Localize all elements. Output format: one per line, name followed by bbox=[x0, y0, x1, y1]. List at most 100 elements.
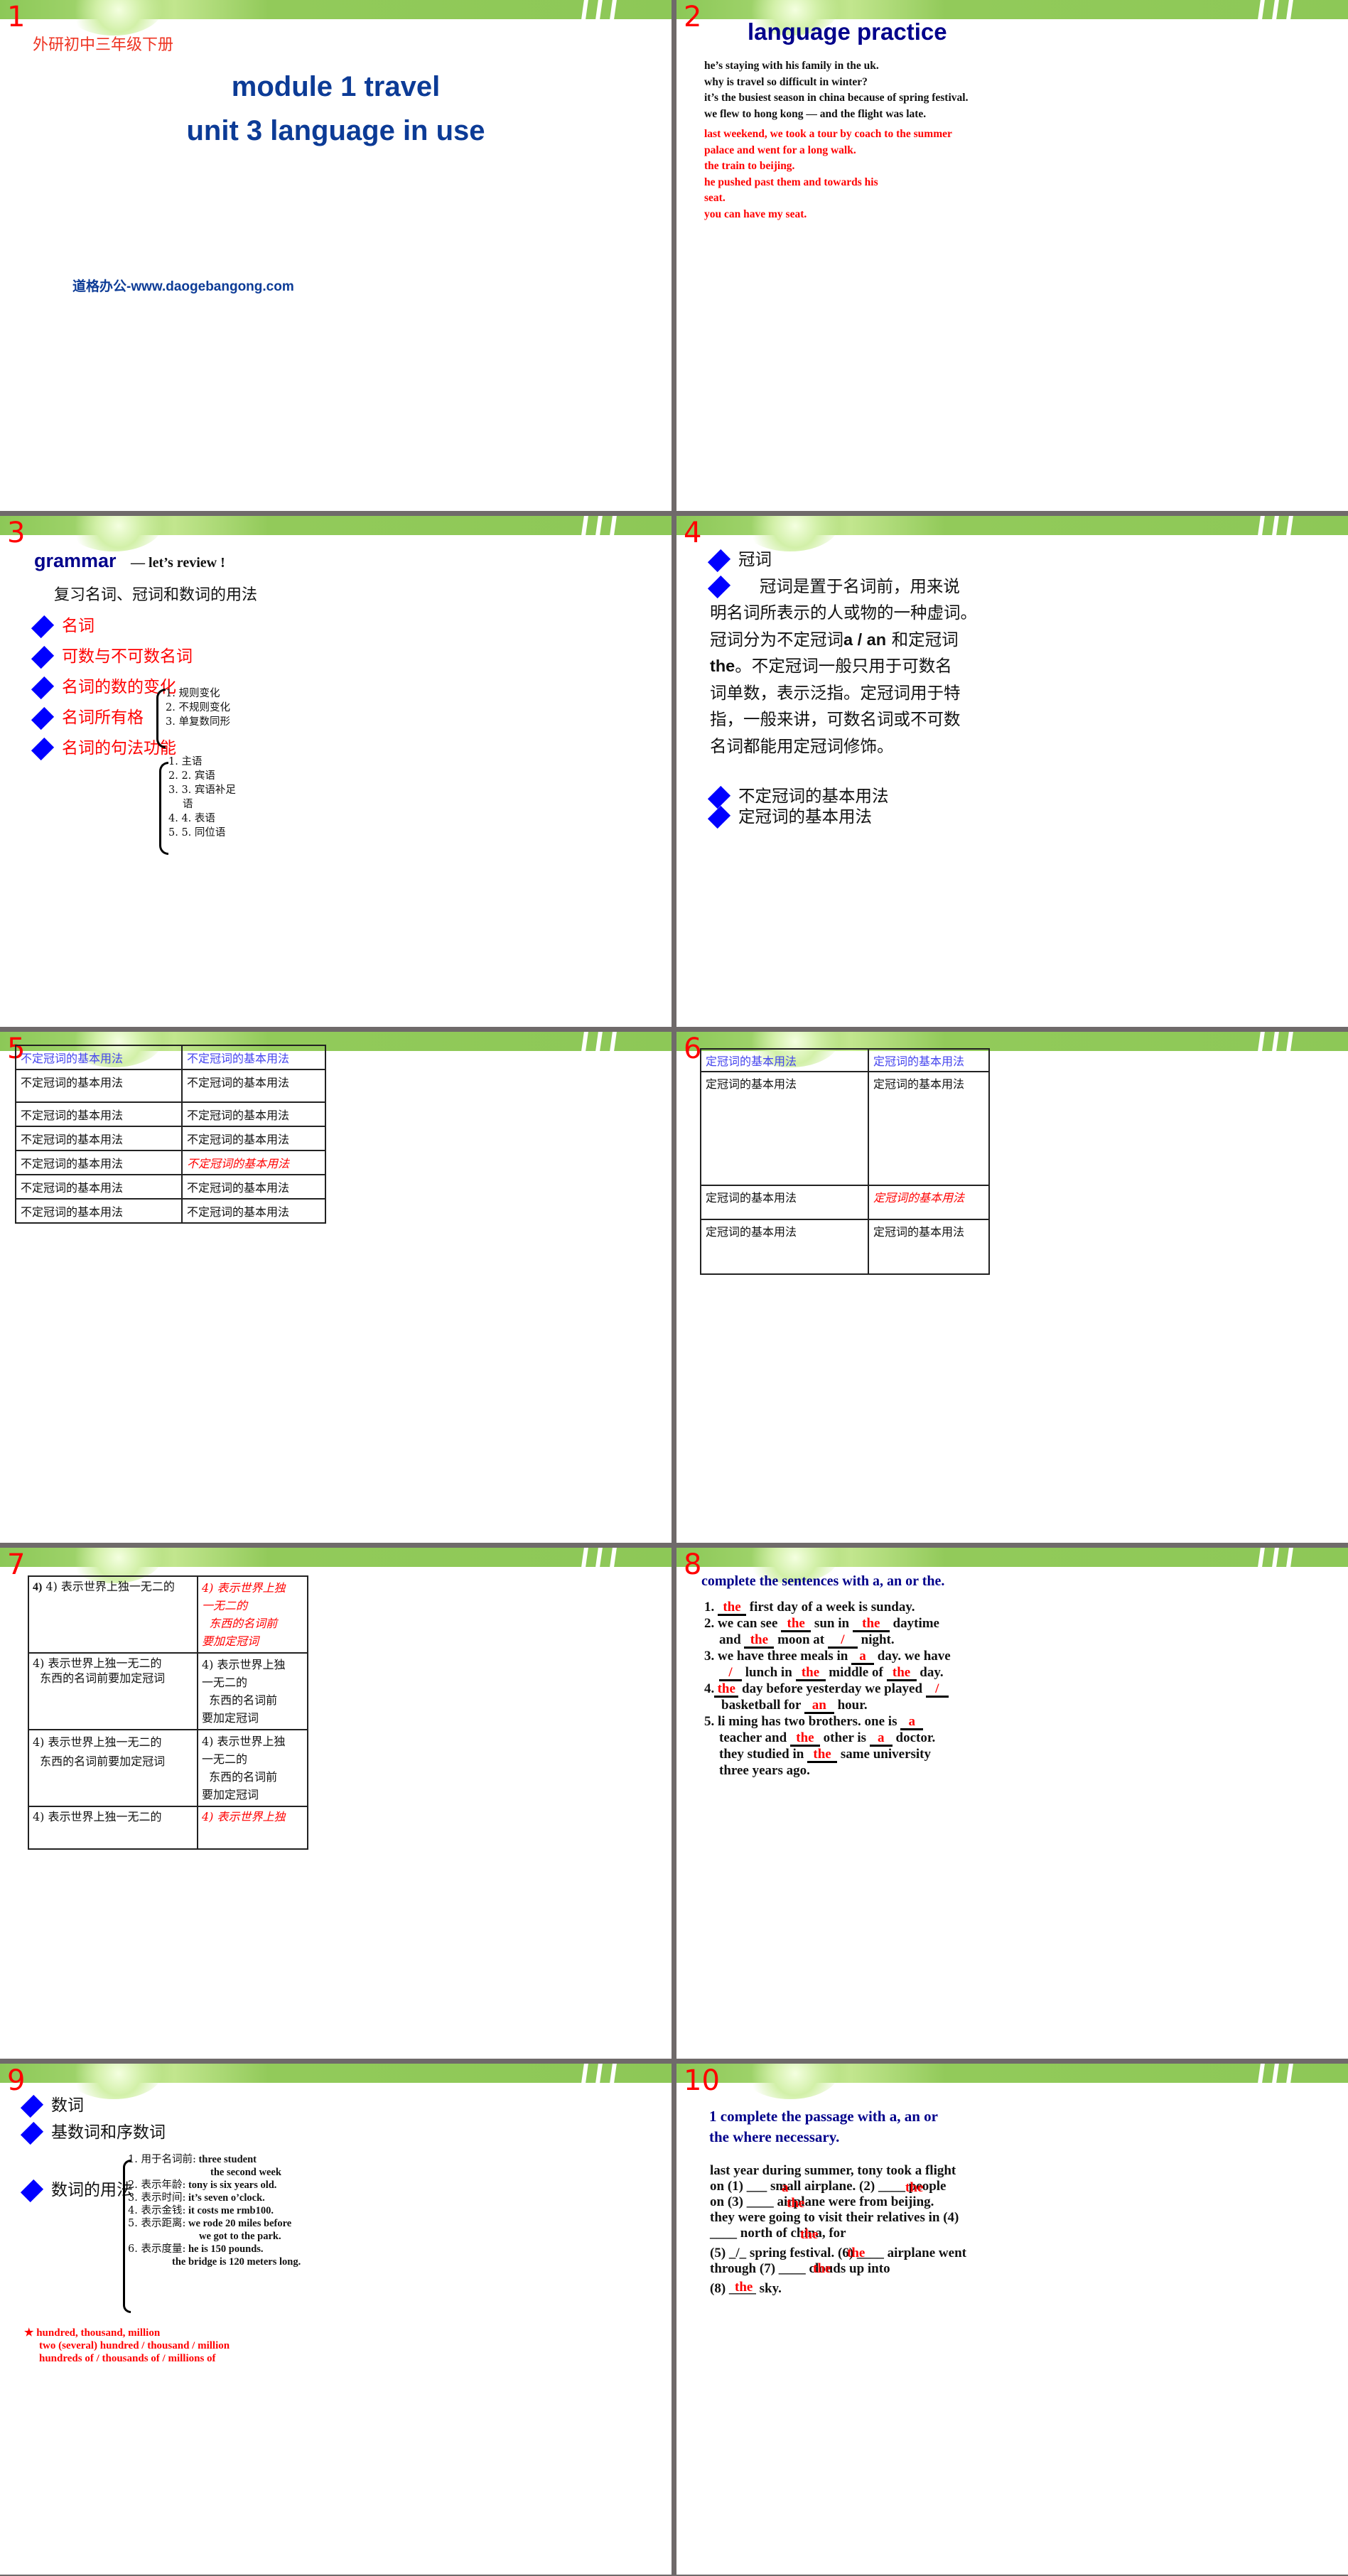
answer-3: the bbox=[787, 2196, 805, 2211]
exercise-title: 1 complete the passage with a, an or the… bbox=[709, 2108, 938, 2145]
article-explanation: 冠词 冠词是置于名词前，用来说 明名词所表示的人或物的一种虚词。 冠词分为不定冠… bbox=[707, 546, 977, 760]
answer-blank[interactable]: the bbox=[714, 1682, 739, 1698]
slide-grid: 1 外研初中三年级下册 module 1 travel unit 3 langu… bbox=[0, 0, 1348, 2576]
course-subtitle: 外研初中三年级下册 bbox=[33, 36, 174, 54]
black-sentences: he’s staying with his family in the uk. … bbox=[704, 58, 968, 122]
passage-line: on (3) ____ airplane were from beijing. bbox=[710, 2194, 934, 2209]
sentence: last weekend, we took a tour by coach to… bbox=[704, 128, 952, 140]
grammar-heading: grammar — let’s review ! bbox=[34, 550, 225, 572]
topic-item: 名词 bbox=[31, 611, 193, 642]
answer-blank[interactable]: / bbox=[827, 1633, 858, 1649]
slide-number: 10 bbox=[684, 2064, 720, 2097]
answer-blank[interactable]: the bbox=[807, 1747, 838, 1763]
answer-blank[interactable]: the bbox=[852, 1617, 890, 1632]
table-row: 定冠词的基本用法 定冠词的基本用法 bbox=[700, 1219, 990, 1275]
table-row: 不定冠词的基本用法 不定冠词的基本用法 bbox=[15, 1174, 326, 1200]
slide-number: 6 bbox=[684, 1033, 702, 1065]
sentence: you can have my seat. bbox=[704, 208, 807, 220]
table-row: 定冠词的基本用法 定冠词的基本用法 bbox=[700, 1071, 990, 1186]
table-row: 4) 表示世界上独一无二的 东西的名词前要加定冠词 4) 表示世界上独 一无二的 … bbox=[28, 1652, 308, 1730]
slide-7[interactable]: 7 4) 4) 表示世界上独一无二的 4) 表示世界上独 一无二的 东西的名词前要… bbox=[0, 1548, 672, 2059]
slide-5[interactable]: 5 不定冠词的基本用法 不定冠词的基本用法 不定冠词的基本用法 不定冠词的基本用法 … bbox=[0, 1032, 672, 1543]
slide-4[interactable]: 4 冠词 冠词是置于名词前，用来说 明名词所表示的人或物的一种虚词。 冠词分为不… bbox=[676, 516, 1348, 1027]
slide-2[interactable]: 2 language practice he’s staying with hi… bbox=[676, 0, 1348, 511]
answer-blank[interactable]: the bbox=[744, 1633, 775, 1649]
answer-blank[interactable]: a bbox=[869, 1731, 893, 1747]
table-header-row: 定冠词的基本用法 定冠词的基本用法 bbox=[700, 1048, 990, 1072]
header-band bbox=[0, 516, 672, 551]
table-row: 不定冠词的基本用法 不定冠词的基本用法 bbox=[15, 1101, 326, 1127]
answer-blank[interactable]: a bbox=[851, 1649, 875, 1665]
answer-blank[interactable]: the bbox=[886, 1666, 917, 1681]
answer-blank[interactable]: an bbox=[804, 1698, 834, 1714]
numeral-topics: 数词 基数词和序数词 bbox=[20, 2092, 166, 2146]
slide-3[interactable]: 3 grammar — let’s review ! 复习名词、冠词和数词的用法… bbox=[0, 516, 672, 1027]
red-sentences: last weekend, we took a tour by coach to… bbox=[704, 126, 952, 222]
bullet-diamond-icon bbox=[707, 575, 731, 599]
answer-blank[interactable]: the bbox=[781, 1617, 812, 1632]
header-band bbox=[0, 2064, 672, 2099]
answer-6: the bbox=[847, 2246, 866, 2260]
header-band bbox=[0, 0, 672, 36]
passage-line: on (1) ___ small airplane. (2) ____ peop… bbox=[710, 2179, 947, 2194]
slide-number: 7 bbox=[7, 1548, 26, 1581]
definite-article-link[interactable]: 定冠词的基本用法 bbox=[707, 805, 889, 829]
footer-website[interactable]: 道格办公-www.daogebangong.com bbox=[72, 276, 294, 295]
exercise-item: 5. li ming has two brothers. one is a bbox=[704, 1714, 951, 1730]
answer-2: the bbox=[905, 2180, 924, 2195]
header-band bbox=[676, 516, 1348, 551]
bullet-diamond-icon bbox=[31, 737, 55, 761]
header-band bbox=[0, 1548, 672, 1583]
table-row: 不定冠词的基本用法 不定冠词的基本用法 bbox=[15, 1069, 326, 1103]
numeral-usage-heading: 数词的用法 bbox=[20, 2176, 133, 2203]
slide-6[interactable]: 6 定冠词的基本用法 定冠词的基本用法 定冠词的基本用法 定冠词的基本用法 定冠词的… bbox=[676, 1032, 1348, 1543]
header-band bbox=[676, 0, 1348, 36]
review-subtitle: 复习名词、冠词和数词的用法 bbox=[54, 586, 258, 604]
slide-number: 3 bbox=[7, 517, 26, 549]
answer-blank[interactable]: a bbox=[900, 1715, 924, 1730]
passage-line: ____ north of china, for bbox=[710, 2226, 846, 2241]
answer-blank[interactable]: the bbox=[718, 1600, 746, 1616]
bullet-diamond-icon bbox=[20, 2179, 44, 2203]
exercise-title: complete the sentences with a, an or the… bbox=[701, 1573, 945, 1589]
grammar-subtitle: — let’s review ! bbox=[131, 555, 225, 571]
table-row: 4) 表示世界上独一无二的 东西的名词前要加定冠词 4) 表示世界上独 一无二的 … bbox=[28, 1729, 308, 1807]
table-row: 4) 表示世界上独一无二的 4) 表示世界上独 bbox=[28, 1806, 308, 1850]
table-row: 不定冠词的基本用法 不定冠词的基本用法 bbox=[15, 1198, 326, 1224]
exercise-item: 3. we have three meals in a day. we have bbox=[704, 1649, 951, 1665]
slide-number: 1 bbox=[7, 1, 26, 33]
slide-title: language practice bbox=[748, 18, 947, 45]
indefinite-article-table: 不定冠词的基本用法 不定冠词的基本用法 不定冠词的基本用法 不定冠词的基本用法 不定… bbox=[15, 1045, 326, 1224]
exercise-item: 2. we can see the sun in the daytime bbox=[704, 1616, 939, 1632]
slide-1[interactable]: 1 外研初中三年级下册 module 1 travel unit 3 langu… bbox=[0, 0, 672, 511]
indefinite-article-link[interactable]: 不定冠词的基本用法 bbox=[707, 785, 889, 809]
table-row: 不定冠词的基本用法 不定冠词的基本用法 bbox=[15, 1126, 326, 1151]
slide-10[interactable]: 10 1 complete the passage with a, an or … bbox=[676, 2064, 1348, 2575]
answer-4: the bbox=[800, 2227, 819, 2242]
answer-blank[interactable]: the bbox=[795, 1666, 826, 1681]
passage: last year during summer, tony took a fli… bbox=[710, 2163, 966, 2297]
exercise-item: 4. the day before yesterday we played / bbox=[704, 1681, 951, 1698]
brace-icon bbox=[159, 762, 168, 855]
header-band bbox=[676, 1548, 1348, 1583]
numeral-note: ★ hundred, thousand, million two (severa… bbox=[24, 2327, 230, 2364]
exercise-item: 1. the first day of a week is sunday. bbox=[704, 1600, 915, 1616]
sentence: seat. bbox=[704, 192, 726, 204]
answer-1: a bbox=[782, 2180, 789, 2195]
answer-blank[interactable]: / bbox=[925, 1682, 949, 1698]
table-row: 不定冠词的基本用法 不定冠词的基本用法 bbox=[15, 1150, 326, 1175]
bullet-diamond-icon bbox=[707, 549, 731, 572]
answer-blank[interactable]: the bbox=[789, 1731, 820, 1747]
unique-noun-table: 4) 4) 表示世界上独一无二的 4) 表示世界上独 一无二的 东西的名词前 要加定… bbox=[28, 1575, 308, 1850]
bullet-diamond-icon bbox=[31, 645, 55, 669]
sentence: it’s the busiest season in china because… bbox=[704, 92, 969, 104]
sentence: he pushed past them and towards his bbox=[704, 176, 878, 188]
answer-blank[interactable]: / bbox=[719, 1666, 742, 1681]
passage-line: through (7) ____ clouds up into bbox=[710, 2261, 890, 2276]
slide-9[interactable]: 9 数词 基数词和序数词 数词的用法 1. 用于名词前: three stude… bbox=[0, 2064, 672, 2575]
grammar-title: grammar bbox=[34, 550, 117, 571]
slide-8[interactable]: 8 complete the sentences with a, an or t… bbox=[676, 1548, 1348, 2059]
sentence: why is travel so difficult in winter? bbox=[704, 75, 868, 88]
topic-item: 可数与不可数名词 bbox=[31, 642, 193, 672]
table-header-row: 不定冠词的基本用法 不定冠词的基本用法 bbox=[15, 1045, 326, 1070]
